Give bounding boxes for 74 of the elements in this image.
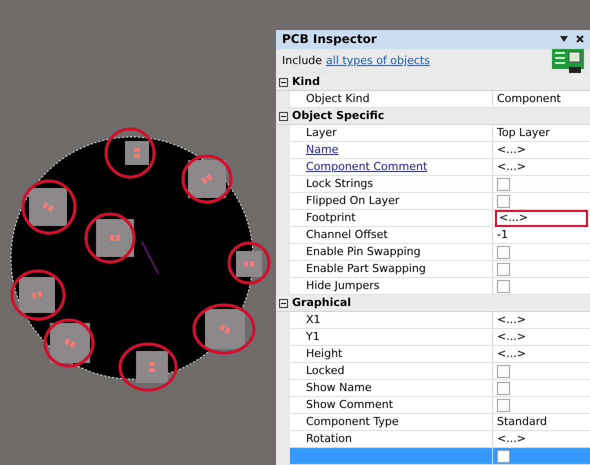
property-label: Locked [306, 362, 344, 379]
property-value: Standard [497, 414, 548, 430]
property-row[interactable]: Component Type Standard [290, 414, 590, 431]
property-label: Y1 [306, 328, 320, 345]
property-row[interactable]: Rotation <...> [290, 431, 590, 448]
checkbox[interactable] [497, 382, 510, 394]
property-row[interactable]: Hide Jumpers [290, 278, 590, 295]
property-value: <...> [497, 158, 526, 175]
property-label: Flipped On Layer [306, 192, 400, 209]
category-header[interactable]: Kind [276, 74, 590, 91]
property-row[interactable]: Object Kind Component [290, 91, 590, 108]
property-value: <...> [497, 346, 526, 362]
property-value: Component [497, 90, 561, 107]
dropdown-icon[interactable] [560, 36, 568, 42]
property-label: Footprint [306, 210, 356, 226]
property-label: Layer [306, 124, 337, 141]
property-row[interactable]: Y1 <...> [290, 329, 590, 346]
property-row[interactable]: Enable Part Swapping [290, 261, 590, 278]
checkbox[interactable] [497, 450, 510, 462]
property-label: Show Name [306, 380, 372, 396]
pcb-chip-icon[interactable] [552, 49, 584, 74]
property-row[interactable]: Layer Top Layer [290, 125, 590, 142]
property-label: Lock Strings [306, 176, 374, 192]
property-label: Show Comment [306, 396, 394, 413]
property-row[interactable]: Show Name [290, 380, 590, 397]
object-filter-link[interactable]: all types of objects [326, 53, 548, 70]
checkbox[interactable] [497, 246, 510, 258]
category-header[interactable]: Graphical [276, 295, 590, 312]
property-row[interactable]: Height <...> [290, 346, 590, 363]
checkbox[interactable] [497, 262, 510, 276]
property-row[interactable]: Channel Offset -1 [290, 227, 590, 244]
property-row[interactable]: X1 <...> [290, 312, 590, 329]
property-label: Component Type [306, 414, 399, 430]
property-label: Channel Offset [306, 226, 388, 243]
collapse-icon[interactable] [279, 112, 288, 120]
property-label: Enable Pin Swapping [306, 244, 421, 260]
property-label: X1 [306, 312, 321, 328]
property-value: Top Layer [497, 124, 550, 141]
collapse-icon[interactable] [279, 298, 288, 308]
collapse-icon[interactable] [279, 78, 288, 86]
property-value: <...> [499, 210, 528, 226]
category-title: Kind [292, 74, 320, 90]
category-title: Graphical [292, 294, 352, 311]
property-link[interactable]: Name [306, 142, 338, 158]
property-row[interactable]: Component Comment <...> [290, 159, 590, 176]
property-row[interactable]: Show Comment [290, 397, 590, 414]
property-label: Height [306, 346, 342, 362]
category-header[interactable]: Object Specific [276, 108, 590, 125]
checkbox[interactable] [497, 280, 510, 292]
property-row[interactable]: Name <...> [290, 142, 590, 159]
property-label: Enable Part Swapping [306, 260, 426, 277]
property-value: <...> [497, 328, 526, 345]
checkbox[interactable] [497, 398, 510, 412]
property-value: -1 [497, 226, 508, 243]
property-label: Hide Jumpers [306, 278, 380, 294]
property-row[interactable]: Flipped On Layer [290, 193, 590, 210]
property-value: <...> [497, 142, 526, 158]
category-title: Object Specific [292, 108, 384, 124]
checkbox[interactable] [497, 178, 510, 190]
property-value: <...> [497, 430, 526, 447]
include-label: Include [282, 53, 322, 70]
property-row[interactable]: Footprint <...> [290, 210, 590, 227]
property-link[interactable]: Component Comment [306, 158, 428, 176]
checkbox[interactable] [497, 194, 510, 208]
property-row[interactable]: Enable Pin Swapping [290, 244, 590, 261]
property-row[interactable]: Lock Strings [290, 176, 590, 193]
property-label: Rotation [306, 430, 352, 447]
property-row[interactable] [290, 448, 590, 465]
panel-title: PCB Inspector [282, 31, 378, 48]
property-label: Object Kind [306, 90, 370, 107]
property-row[interactable]: Locked [290, 363, 590, 380]
checkbox[interactable] [497, 364, 510, 378]
close-icon[interactable] [576, 35, 584, 44]
property-value: <...> [497, 312, 526, 328]
